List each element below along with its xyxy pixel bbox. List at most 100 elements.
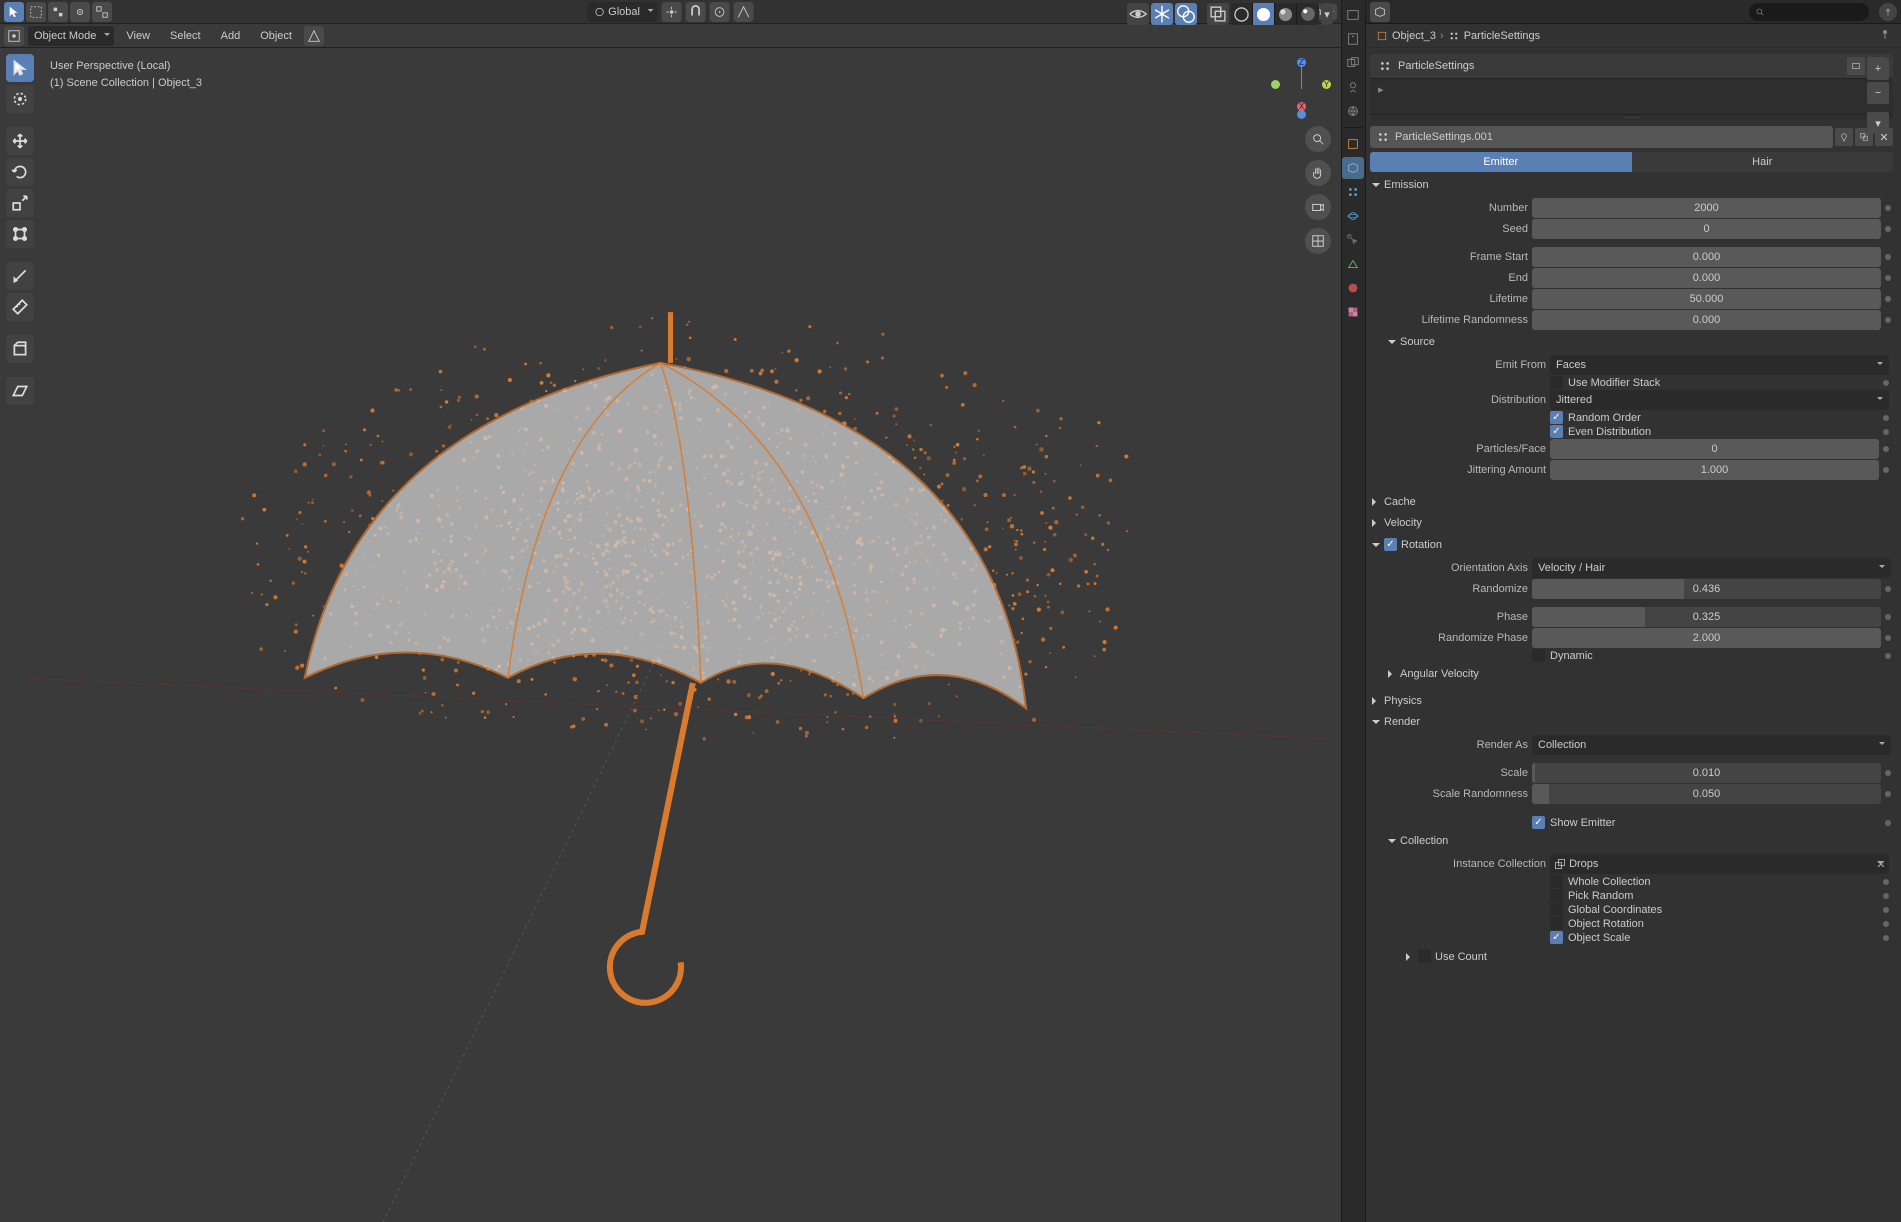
object-menu[interactable]: Object xyxy=(252,28,300,44)
pin-icon[interactable] xyxy=(1879,3,1897,21)
keyframe-dot[interactable] xyxy=(1885,275,1891,281)
view-menu[interactable]: View xyxy=(118,28,158,44)
global-coordinates-checkbox[interactable] xyxy=(1550,903,1563,916)
gizmo-toggle-icon[interactable] xyxy=(1151,3,1173,25)
fake-user-icon[interactable] xyxy=(1835,128,1853,146)
pick-random-checkbox[interactable] xyxy=(1550,889,1563,902)
breadcrumb-particle-settings[interactable]: ParticleSettings xyxy=(1464,30,1540,42)
keyframe-dot[interactable] xyxy=(1885,254,1891,260)
axis-gizmo[interactable]: Z Y X xyxy=(1271,58,1331,118)
tool-transform[interactable] xyxy=(6,220,34,248)
tab-data[interactable] xyxy=(1342,253,1364,275)
section-render[interactable]: Render xyxy=(1370,713,1893,731)
panel-editor-icon[interactable] xyxy=(1370,2,1390,22)
dynamic-checkbox[interactable] xyxy=(1532,649,1545,662)
editmode-icon[interactable] xyxy=(304,26,324,46)
overlays-toggle-icon[interactable] xyxy=(1175,3,1197,25)
select-menu[interactable]: Select xyxy=(162,28,209,44)
keyframe-dot[interactable] xyxy=(1885,226,1891,232)
breadcrumb-pin-icon[interactable] xyxy=(1879,28,1891,43)
number-field[interactable]: 2000 xyxy=(1532,198,1881,218)
select-box-icon[interactable] xyxy=(26,2,46,22)
section-source[interactable]: Source xyxy=(1378,333,1891,351)
object-scale-checkbox[interactable] xyxy=(1550,931,1563,944)
keyframe-dot[interactable] xyxy=(1885,317,1891,323)
keyframe-dot[interactable] xyxy=(1885,586,1891,592)
tab-hair[interactable]: Hair xyxy=(1632,152,1894,172)
add-menu[interactable]: Add xyxy=(213,28,249,44)
keyframe-dot[interactable] xyxy=(1883,893,1889,899)
keyframe-dot[interactable] xyxy=(1883,415,1889,421)
pivot-icon[interactable] xyxy=(92,2,112,22)
pan-icon[interactable] xyxy=(1305,160,1331,186)
phase-slider[interactable]: 0.325 xyxy=(1532,607,1881,627)
whole-collection-checkbox[interactable] xyxy=(1550,875,1563,888)
remove-particle-system[interactable]: − xyxy=(1867,82,1889,104)
keyframe-dot[interactable] xyxy=(1885,820,1891,826)
frame-end-field[interactable]: 0.000 xyxy=(1532,268,1881,288)
shading-options[interactable]: ▾ xyxy=(1321,3,1333,25)
keyframe-dot[interactable] xyxy=(1883,467,1889,473)
seed-field[interactable]: 0 xyxy=(1532,219,1881,239)
tab-modifier[interactable] xyxy=(1342,157,1364,179)
editor-type-icon[interactable] xyxy=(4,26,24,46)
rotation-enable-checkbox[interactable] xyxy=(1384,538,1397,551)
viewport[interactable]: User Perspective (Local) (1) Scene Colle… xyxy=(0,48,1341,1222)
slot-display-icon[interactable] xyxy=(1847,57,1865,75)
tab-physics[interactable] xyxy=(1342,205,1364,227)
keyframe-dot[interactable] xyxy=(1883,446,1889,452)
tool-measure[interactable] xyxy=(6,293,34,321)
show-emitter-checkbox[interactable] xyxy=(1532,816,1545,829)
keyframe-dot[interactable] xyxy=(1885,614,1891,620)
tab-view-layer[interactable] xyxy=(1342,52,1364,74)
scale-random-slider[interactable]: 0.050 xyxy=(1532,784,1881,804)
keyframe-dot[interactable] xyxy=(1883,879,1889,885)
lifetime-random-field[interactable]: 0.000 xyxy=(1532,310,1881,330)
zoom-icon[interactable] xyxy=(1305,126,1331,152)
distribution-select[interactable]: Jittered xyxy=(1550,390,1889,410)
tab-render[interactable] xyxy=(1342,4,1364,26)
tab-texture[interactable] xyxy=(1342,301,1364,323)
tool-shear[interactable] xyxy=(6,377,34,405)
shading-wireframe[interactable] xyxy=(1231,3,1253,25)
orientation-axis-select[interactable]: Velocity / Hair xyxy=(1532,558,1891,578)
particle-specials[interactable]: ▾ xyxy=(1867,112,1889,134)
cursor-tool-icon[interactable] xyxy=(4,2,24,22)
add-particle-system[interactable]: + xyxy=(1867,58,1889,80)
camera-icon[interactable] xyxy=(1305,194,1331,220)
randomize-phase-field[interactable]: 2.000 xyxy=(1532,628,1881,648)
tab-object[interactable] xyxy=(1342,133,1364,155)
frame-start-field[interactable]: 0.000 xyxy=(1532,247,1881,267)
section-emission[interactable]: Emission xyxy=(1370,176,1893,194)
tab-material[interactable] xyxy=(1342,277,1364,299)
emit-from-select[interactable]: Faces xyxy=(1550,355,1889,375)
randomize-slider[interactable]: 0.436 xyxy=(1532,579,1881,599)
render-as-select[interactable]: Collection xyxy=(1532,735,1891,755)
keyframe-dot[interactable] xyxy=(1885,653,1891,659)
particle-system-slot[interactable]: ParticleSettings xyxy=(1398,60,1474,72)
tool-scale[interactable] xyxy=(6,189,34,217)
proportional-edit-icon[interactable] xyxy=(710,2,730,22)
tool-move[interactable] xyxy=(6,127,34,155)
clear-collection-icon[interactable]: ✕ xyxy=(1873,856,1889,872)
random-order-checkbox[interactable] xyxy=(1550,411,1563,424)
properties-search[interactable] xyxy=(1749,3,1869,21)
breadcrumb-object[interactable]: Object_3 xyxy=(1392,30,1436,42)
snap-toggle-icon[interactable] xyxy=(686,2,706,22)
tab-output[interactable] xyxy=(1342,28,1364,50)
perspective-icon[interactable] xyxy=(1305,228,1331,254)
scale-slider[interactable]: 0.010 xyxy=(1532,763,1881,783)
keyframe-dot[interactable] xyxy=(1883,907,1889,913)
keyframe-dot[interactable] xyxy=(1885,770,1891,776)
keyframe-dot[interactable] xyxy=(1883,380,1889,386)
keyframe-dot[interactable] xyxy=(1885,791,1891,797)
tool-cursor[interactable] xyxy=(6,85,34,113)
instance-collection-select[interactable]: Drops✕ xyxy=(1550,854,1889,874)
section-use-count[interactable]: Use Count xyxy=(1396,947,1889,966)
pivot-point-icon[interactable] xyxy=(662,2,682,22)
section-cache[interactable]: Cache xyxy=(1370,493,1893,511)
snap-icon[interactable] xyxy=(48,2,68,22)
tab-emitter[interactable]: Emitter xyxy=(1370,152,1632,172)
tool-select[interactable] xyxy=(6,54,34,82)
use-modifier-stack-checkbox[interactable] xyxy=(1550,376,1563,389)
